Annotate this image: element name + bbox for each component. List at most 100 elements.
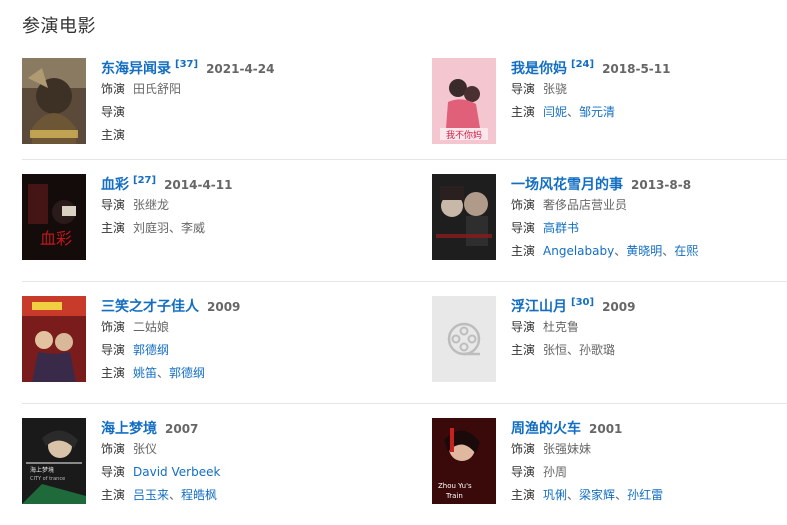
director-link[interactable]: 高群书 [543, 221, 579, 235]
role-label: 饰演 [511, 442, 536, 456]
release-date: 2014-4-11 [164, 178, 233, 192]
actor-link[interactable]: 邹元清 [579, 105, 615, 119]
poster-image [22, 58, 86, 144]
movie-row: 海上梦境 CITY of trance 海上梦境 2007 饰演 张仪 导演 Dav… [22, 403, 787, 525]
movie-poster[interactable]: 海上梦境 CITY of trance [22, 418, 86, 504]
director-link[interactable]: 郭德纲 [133, 343, 169, 357]
poster-image: 海上梦境 CITY of trance [22, 418, 86, 504]
director-line: 导演 杜克鲁 [511, 316, 635, 339]
movie-poster[interactable] [22, 58, 86, 144]
movie-poster[interactable]: Zhou Yu's Train [432, 418, 496, 504]
movie-info: 东海异闻录 [37] 2021-4-24 饰演 田氏舒阳 导演 主演 [101, 58, 274, 147]
director-line: 导演 孙周 [511, 461, 663, 484]
director-value: 张骁 [543, 82, 568, 96]
director-label: 导演 [101, 198, 126, 212]
role-label: 饰演 [101, 320, 126, 334]
movie-title-link[interactable]: 周渔的火车 [511, 418, 581, 438]
director-line: 导演 [101, 101, 274, 124]
director-value: 张继龙 [133, 198, 170, 212]
starring-label: 主演 [101, 128, 126, 142]
starring-line: 主演 张恒、孙歌璐 [511, 339, 635, 362]
movie-card: 海上梦境 CITY of trance 海上梦境 2007 饰演 张仪 导演 Dav… [22, 404, 432, 525]
citation-link[interactable]: [27] [133, 175, 156, 186]
actor-link[interactable]: 孙红雷 [627, 488, 663, 502]
role-line: 饰演 张仪 [101, 438, 220, 461]
separator: 、 [567, 488, 580, 502]
actor-link[interactable]: 吕玉来 [133, 488, 169, 502]
poster-subtitle: CITY of trance [30, 476, 65, 482]
movie-card: 浮江山月 [30] 2009 导演 杜克鲁 主演 张恒、孙歌璐 [432, 282, 787, 403]
director-value: 杜克鲁 [543, 320, 580, 334]
release-date: 2001 [589, 422, 623, 436]
starring-label: 主演 [511, 488, 536, 502]
movie-title-link[interactable]: 血彩 [101, 174, 129, 194]
starring-label: 主演 [511, 105, 536, 119]
citation-link[interactable]: [24] [571, 59, 594, 70]
starring-value: 刘庭羽、李威 [133, 221, 206, 235]
movie-poster[interactable]: 血彩 [22, 174, 86, 260]
director-label: 导演 [101, 343, 126, 357]
role-label: 饰演 [511, 198, 536, 212]
movie-title-link[interactable]: 海上梦境 [101, 418, 157, 438]
starring-line: 主演 吕玉来、程皓枫 [101, 484, 220, 507]
starring-label: 主演 [101, 488, 126, 502]
release-date: 2021-4-24 [206, 62, 275, 76]
actor-link[interactable]: 黄晓明 [626, 244, 662, 258]
actor-link[interactable]: 梁家辉 [579, 488, 615, 502]
director-line: 导演 张继龙 [101, 194, 232, 217]
starring-label: 主演 [101, 366, 126, 380]
movie-title-link[interactable]: 三笑之才子佳人 [101, 296, 199, 316]
release-date: 2009 [207, 300, 241, 314]
starring-line: 主演 闫妮、邹元清 [511, 101, 670, 124]
movie-poster[interactable]: 我不你妈 [432, 58, 496, 144]
movie-info: 周渔的火车 2001 饰演 张强妹妹 导演 孙周 主演 巩俐、梁家辉、孙红雷 [511, 418, 663, 507]
movie-poster[interactable] [22, 296, 86, 382]
citation-link[interactable]: [30] [571, 297, 594, 308]
actor-link[interactable]: 在熙 [674, 244, 698, 258]
actor-link[interactable]: 郭德纲 [169, 366, 205, 380]
role-value: 二姑娘 [133, 320, 170, 334]
actor-link[interactable]: 程皓枫 [181, 488, 217, 502]
movie-title-link[interactable]: 一场风花雪月的事 [511, 174, 623, 194]
separator: 、 [157, 366, 170, 380]
director-line: 导演 David Verbeek [101, 461, 220, 484]
director-label: 导演 [511, 465, 536, 479]
poster-text: 血彩 [40, 229, 72, 248]
movie-title-link[interactable]: 东海异闻录 [101, 58, 171, 78]
separator: 、 [662, 244, 675, 258]
actor-link[interactable]: 姚笛 [133, 366, 157, 380]
role-value: 张强妹妹 [543, 442, 592, 456]
release-date: 2018-5-11 [602, 62, 671, 76]
role-line: 饰演 田氏舒阳 [101, 78, 274, 101]
movie-card: 我不你妈 我是你妈 [24] 2018-5-11 导演 张骁 主演 闫妮、邹元清 [432, 58, 787, 159]
separator: 、 [615, 488, 628, 502]
movie-poster-placeholder[interactable] [432, 296, 496, 382]
film-reel-icon [432, 296, 496, 382]
role-value: 奢侈品店营业员 [543, 198, 628, 212]
director-link[interactable]: David Verbeek [133, 465, 220, 479]
movie-card: 三笑之才子佳人 2009 饰演 二姑娘 导演 郭德纲 主演 姚笛、郭德纲 [22, 282, 432, 403]
poster-title: Zhou Yu's [438, 482, 472, 490]
role-value: 张仪 [133, 442, 158, 456]
role-label: 饰演 [101, 82, 126, 96]
separator: 、 [169, 488, 182, 502]
movie-poster[interactable] [432, 174, 496, 260]
poster-image [22, 296, 86, 382]
poster-image: 血彩 [22, 174, 86, 260]
director-line: 导演 郭德纲 [101, 339, 240, 362]
poster-image [432, 174, 496, 260]
starring-value: 张恒、孙歌璐 [543, 343, 616, 357]
actor-link[interactable]: Angelababy [543, 244, 614, 258]
movie-title-link[interactable]: 浮江山月 [511, 296, 567, 316]
director-label: 导演 [511, 320, 536, 334]
role-label: 饰演 [101, 442, 126, 456]
actor-link[interactable]: 闫妮 [543, 105, 567, 119]
movie-title-link[interactable]: 我是你妈 [511, 58, 567, 78]
movie-card: Zhou Yu's Train 周渔的火车 2001 饰演 张强妹妹 导演 孙周 主… [432, 404, 787, 525]
movie-card: 东海异闻录 [37] 2021-4-24 饰演 田氏舒阳 导演 主演 [22, 58, 432, 159]
separator: 、 [614, 244, 627, 258]
director-label: 导演 [511, 221, 536, 235]
starring-line: 主演 Angelababy、黄晓明、在熙 [511, 240, 698, 263]
citation-link[interactable]: [37] [175, 59, 198, 70]
actor-link[interactable]: 巩俐 [543, 488, 567, 502]
